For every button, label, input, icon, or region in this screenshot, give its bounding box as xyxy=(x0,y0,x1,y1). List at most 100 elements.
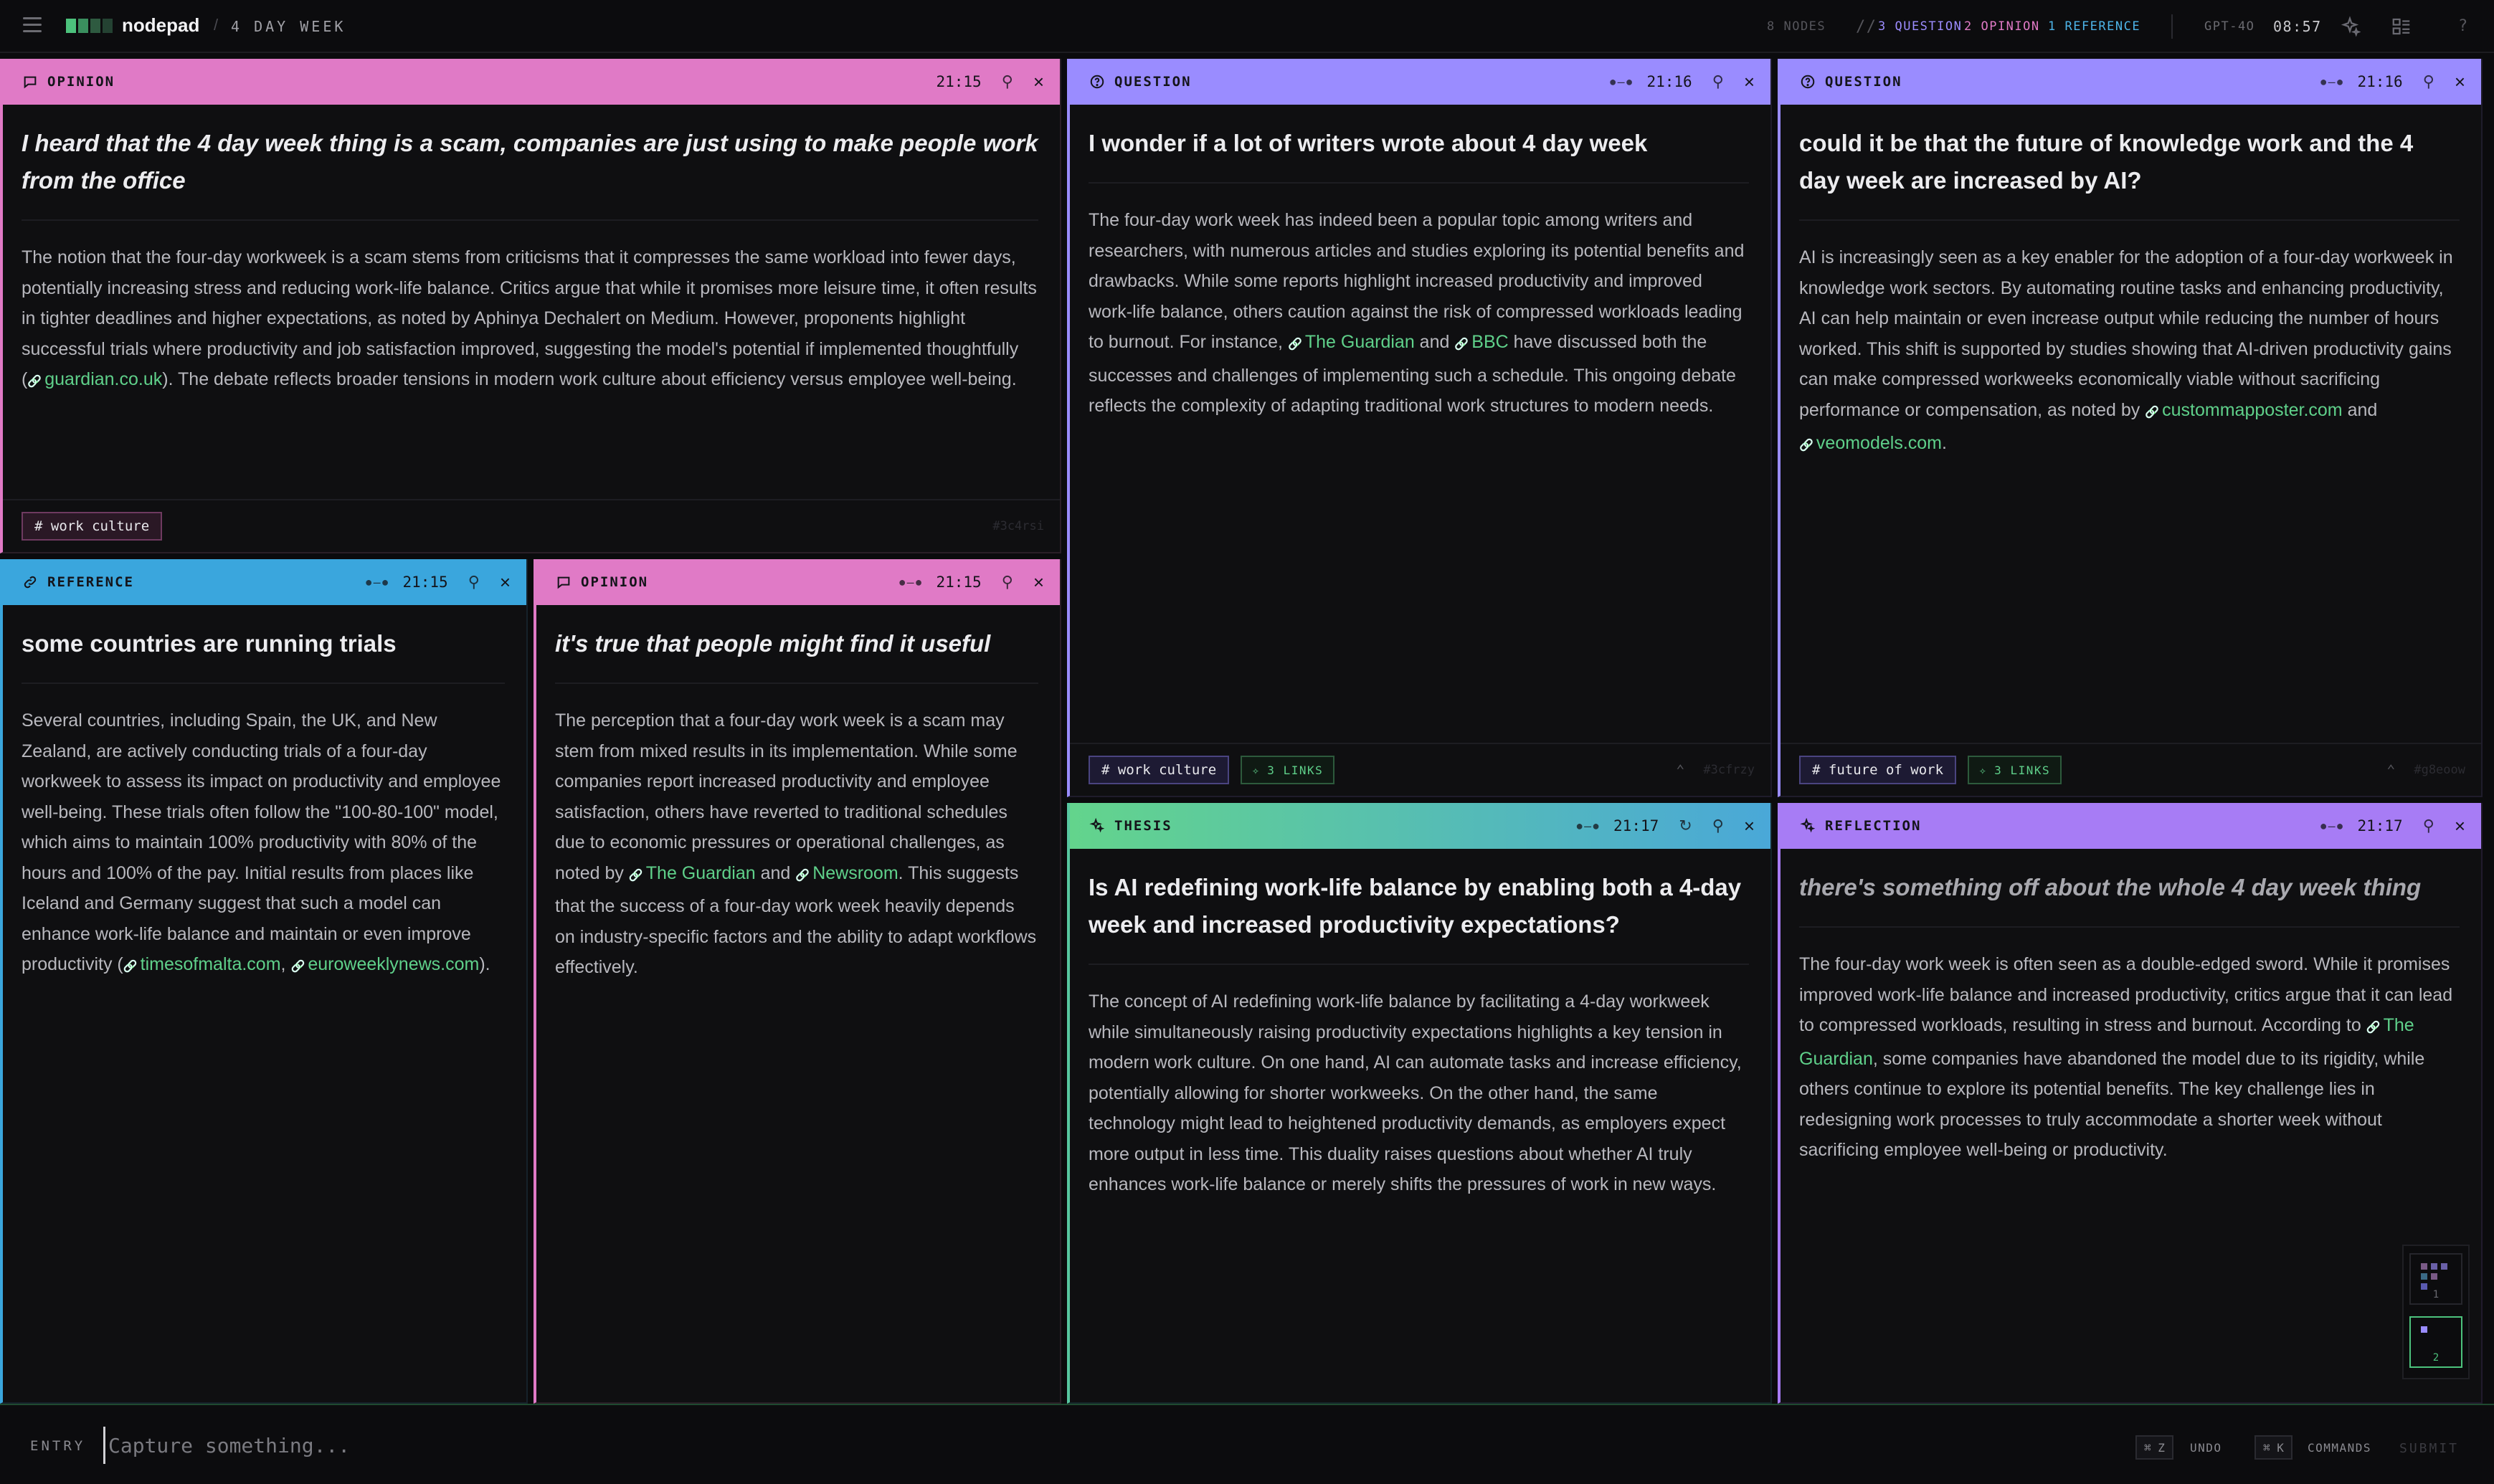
close-icon[interactable]: × xyxy=(2455,817,2465,835)
connections-icon[interactable]: ●–● xyxy=(1575,819,1601,834)
card-title[interactable]: could it be that the future of knowledge… xyxy=(1799,125,2460,221)
card-time: 21:15 xyxy=(402,574,448,591)
card-header: REFERENCE ●–● 21:15 ⚲ × xyxy=(3,559,526,605)
node-id: #g8eoow xyxy=(2414,763,2465,777)
undo-button[interactable]: UNDO xyxy=(2190,1441,2222,1455)
card-title[interactable]: I heard that the 4 day week thing is a s… xyxy=(22,125,1038,221)
card-type-label: THESIS xyxy=(1114,818,1172,834)
breadcrumb[interactable]: 4 DAY WEEK xyxy=(231,18,346,35)
page-minimap: 1 2 xyxy=(2402,1245,2470,1379)
card-type-label: REFLECTION xyxy=(1825,818,1922,834)
node-id: #3c4rsi xyxy=(992,519,1044,533)
entry-input[interactable] xyxy=(103,1427,2039,1464)
pin-icon[interactable]: ⚲ xyxy=(2423,817,2434,835)
pin-icon[interactable]: ⚲ xyxy=(468,573,480,591)
nodes-count: 8 NODES xyxy=(1767,19,1826,34)
count-separator: // xyxy=(1856,17,1877,36)
top-bar: nodepad / 4 DAY WEEK 8 NODES // 3 QUESTI… xyxy=(0,0,2494,53)
card-title[interactable]: there's something off about the whole 4 … xyxy=(1799,869,2460,928)
chevron-up-icon[interactable]: ⌃ xyxy=(2386,761,2395,779)
card-time: 21:17 xyxy=(2357,817,2403,834)
pin-icon[interactable]: ⚲ xyxy=(2423,72,2434,91)
sparkle-icon xyxy=(1799,817,1816,834)
card-thesis[interactable]: THESIS ●–● 21:17 ↻ ⚲ × Is AI redefining … xyxy=(1067,803,1772,1404)
commands-button[interactable]: COMMANDS xyxy=(2308,1441,2371,1455)
speech-bubble-icon xyxy=(22,73,39,90)
close-icon[interactable]: × xyxy=(1744,817,1755,835)
source-link[interactable]: timesofmalta.com xyxy=(123,954,281,974)
pin-icon[interactable]: ⚲ xyxy=(1712,817,1724,835)
divider xyxy=(2171,14,2173,39)
source-link[interactable]: The Guardian xyxy=(629,863,756,883)
layout-icon[interactable] xyxy=(2388,13,2415,40)
card-title[interactable]: some countries are running trials xyxy=(22,625,505,684)
undo-shortcut-key: ⌘ Z xyxy=(2135,1435,2173,1460)
tag-chip[interactable]: # work culture xyxy=(22,512,163,541)
pin-icon[interactable]: ⚲ xyxy=(1002,72,1013,91)
close-icon[interactable]: × xyxy=(2455,72,2465,91)
node-id: #3cfrzy xyxy=(1703,763,1755,777)
source-link[interactable]: BBC xyxy=(1454,332,1508,352)
source-link[interactable]: guardian.co.uk xyxy=(27,369,162,389)
app-name: nodepad xyxy=(122,14,200,36)
card-type-label: OPINION xyxy=(47,74,115,90)
source-link[interactable]: The Guardian xyxy=(1288,332,1415,352)
question-count[interactable]: 3 QUESTION xyxy=(1878,0,1962,53)
card-title[interactable]: I wonder if a lot of writers wrote about… xyxy=(1089,125,1749,184)
breadcrumb-separator: / xyxy=(214,16,219,34)
hamburger-icon[interactable] xyxy=(23,17,42,33)
card-body: The perception that a four-day work week… xyxy=(555,705,1038,983)
connections-icon[interactable]: ●–● xyxy=(2320,819,2345,834)
close-icon[interactable]: × xyxy=(1744,72,1755,91)
card-question-ai-future[interactable]: QUESTION ●–● 21:16 ⚲ × could it be that … xyxy=(1778,59,2483,797)
sparkle-icon: ✧ xyxy=(1979,763,1988,777)
connections-icon[interactable]: ●–● xyxy=(898,575,924,590)
card-opinion-scam[interactable]: OPINION 21:15 ⚲ × I heard that the 4 day… xyxy=(0,59,1061,553)
close-icon[interactable]: × xyxy=(1033,573,1044,591)
reference-count[interactable]: 1 REFERENCE xyxy=(2048,0,2140,53)
pin-icon[interactable]: ⚲ xyxy=(1712,72,1724,91)
submit-button[interactable]: SUBMIT xyxy=(2399,1441,2459,1456)
model-selector[interactable]: GPT-4O xyxy=(2204,0,2254,53)
links-chip[interactable]: ✧ 3 LINKS xyxy=(1968,756,2062,784)
sparkle-icon: ✧ xyxy=(1252,763,1261,777)
card-reflection[interactable]: REFLECTION ●–● 21:17 ⚲ × there's somethi… xyxy=(1778,803,2483,1404)
source-link[interactable]: Newsroom xyxy=(795,863,898,883)
entry-label: ENTRY xyxy=(30,1438,86,1454)
card-time: 21:17 xyxy=(1613,817,1659,834)
card-question-writers[interactable]: QUESTION ●–● 21:16 ⚲ × I wonder if a lot… xyxy=(1067,59,1772,797)
card-type-label: QUESTION xyxy=(1114,74,1192,90)
minimap-page-1[interactable]: 1 xyxy=(2409,1253,2462,1305)
card-reference-trials[interactable]: REFERENCE ●–● 21:15 ⚲ × some countries a… xyxy=(0,559,528,1404)
minimap-page-2[interactable]: 2 xyxy=(2409,1316,2462,1368)
opinion-count[interactable]: 2 OPINION xyxy=(1964,0,2040,53)
card-header: OPINION 21:15 ⚲ × xyxy=(3,59,1060,105)
card-time: 21:16 xyxy=(1646,73,1692,90)
card-header: OPINION ●–● 21:15 ⚲ × xyxy=(536,559,1060,605)
connections-icon[interactable]: ●–● xyxy=(365,575,390,590)
close-icon[interactable]: × xyxy=(500,573,511,591)
refresh-icon[interactable]: ↻ xyxy=(1679,817,1692,835)
card-opinion-useful[interactable]: OPINION ●–● 21:15 ⚲ × it's true that peo… xyxy=(534,559,1061,1404)
source-link[interactable]: euroweeklynews.com xyxy=(290,954,479,974)
card-title[interactable]: it's true that people might find it usef… xyxy=(555,625,1038,684)
chevron-up-icon[interactable]: ⌃ xyxy=(1676,761,1684,779)
entry-bar: ENTRY ⌘ Z UNDO ⌘ K COMMANDS SUBMIT xyxy=(0,1404,2494,1484)
card-body: The notion that the four-day workweek is… xyxy=(22,242,1038,398)
card-title[interactable]: Is AI redefining work-life balance by en… xyxy=(1089,869,1749,965)
help-button[interactable]: ? xyxy=(2458,17,2467,35)
tag-chip[interactable]: # work culture xyxy=(1089,756,1230,784)
source-link[interactable]: custommapposter.com xyxy=(2145,400,2342,420)
sparkle-icon xyxy=(1089,817,1106,834)
connections-icon[interactable]: ●–● xyxy=(1609,75,1634,90)
card-type-label: OPINION xyxy=(581,574,649,590)
tag-chip[interactable]: # future of work xyxy=(1799,756,1957,784)
pin-icon[interactable]: ⚲ xyxy=(1002,573,1013,591)
commands-shortcut-key: ⌘ K xyxy=(2254,1435,2293,1460)
connections-icon[interactable]: ●–● xyxy=(2320,75,2345,90)
sparkle-icon[interactable] xyxy=(2336,13,2363,40)
card-body: The concept of AI redefining work-life b… xyxy=(1089,991,1742,1194)
links-chip[interactable]: ✧ 3 LINKS xyxy=(1241,756,1335,784)
source-link[interactable]: veomodels.com xyxy=(1799,433,1942,453)
close-icon[interactable]: × xyxy=(1033,72,1044,91)
